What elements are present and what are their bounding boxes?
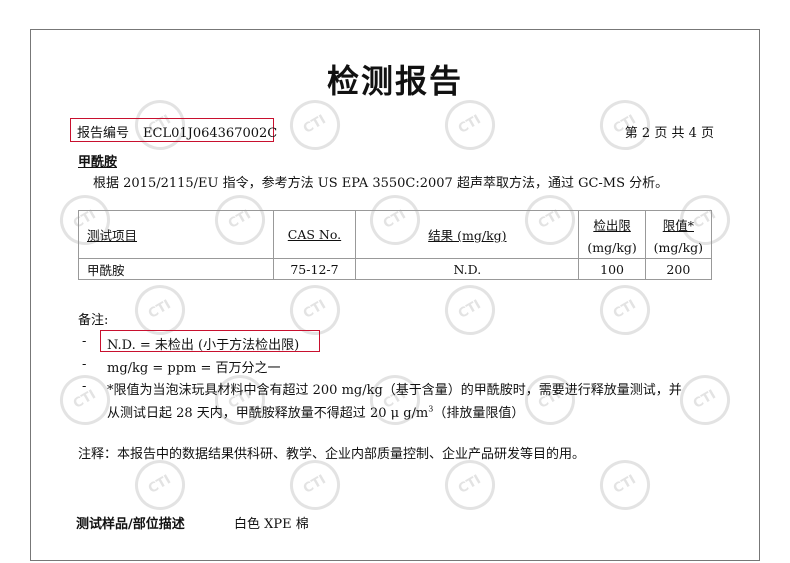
header-limit: 限值* (mg/kg) bbox=[644, 210, 713, 259]
notes-title: 备注: bbox=[78, 313, 109, 328]
table-header-row: 测试项目 CAS No. 结果 (mg/kg) 检出限 (mg/kg) 限值* (m… bbox=[78, 210, 713, 259]
sample-label: 测试样品/部位描述 bbox=[76, 517, 185, 532]
cell-cas: 75-12-7 bbox=[272, 258, 357, 280]
bullet-dash: - bbox=[82, 357, 87, 372]
bullet-dash: - bbox=[82, 334, 87, 349]
header-cas: CAS No. bbox=[272, 210, 357, 259]
note-ppm: mg/kg = ppm = 百万分之一 bbox=[107, 361, 281, 376]
results-table: 测试项目 CAS No. 结果 (mg/kg) 检出限 (mg/kg) 限值* (m… bbox=[78, 210, 713, 280]
cell-mdl: 100 bbox=[578, 258, 646, 280]
header-item: 测试项目 bbox=[78, 210, 274, 259]
header-result: 结果 (mg/kg) bbox=[355, 210, 580, 259]
cell-result: N.D. bbox=[355, 258, 580, 280]
report-number-value: ECL01J064367002C bbox=[143, 126, 278, 141]
sample-value: 白色 XPE 棉 bbox=[234, 517, 309, 532]
table-row: 甲酰胺 75-12-7 N.D. 100 200 bbox=[78, 258, 713, 280]
cell-item: 甲酰胺 bbox=[78, 258, 274, 280]
analyte-heading: 甲酰胺 bbox=[78, 155, 118, 170]
note-limit-line1: *限值为当泡沫玩具材料中含有超过 200 mg/kg（基于含量）的甲酰胺时，需要… bbox=[107, 383, 682, 398]
report-number: 报告编号 ECL01J064367002C bbox=[77, 122, 277, 141]
cell-limit: 200 bbox=[644, 258, 713, 280]
note-nd: N.D. = 未检出 (小于方法检出限) bbox=[107, 338, 300, 353]
bullet-dash: - bbox=[82, 379, 87, 394]
note-limit-line2: 从测试日起 28 天内，甲酰胺释放量不得超过 20 μ g/m3（排放量限值） bbox=[107, 404, 525, 421]
report-number-label: 报告编号 bbox=[77, 126, 130, 141]
remark-text: 注释：本报告中的数据结果供科研、教学、企业内部质量控制、企业产品研发等目的用。 bbox=[78, 447, 586, 462]
page-info: 第 2 页 共 4 页 bbox=[624, 126, 714, 141]
method-text: 根据 2015/2115/EU 指令，参考方法 US EPA 3550C:200… bbox=[93, 176, 669, 191]
header-mdl: 检出限 (mg/kg) bbox=[578, 210, 646, 259]
report-title: 检测报告 bbox=[326, 62, 463, 100]
